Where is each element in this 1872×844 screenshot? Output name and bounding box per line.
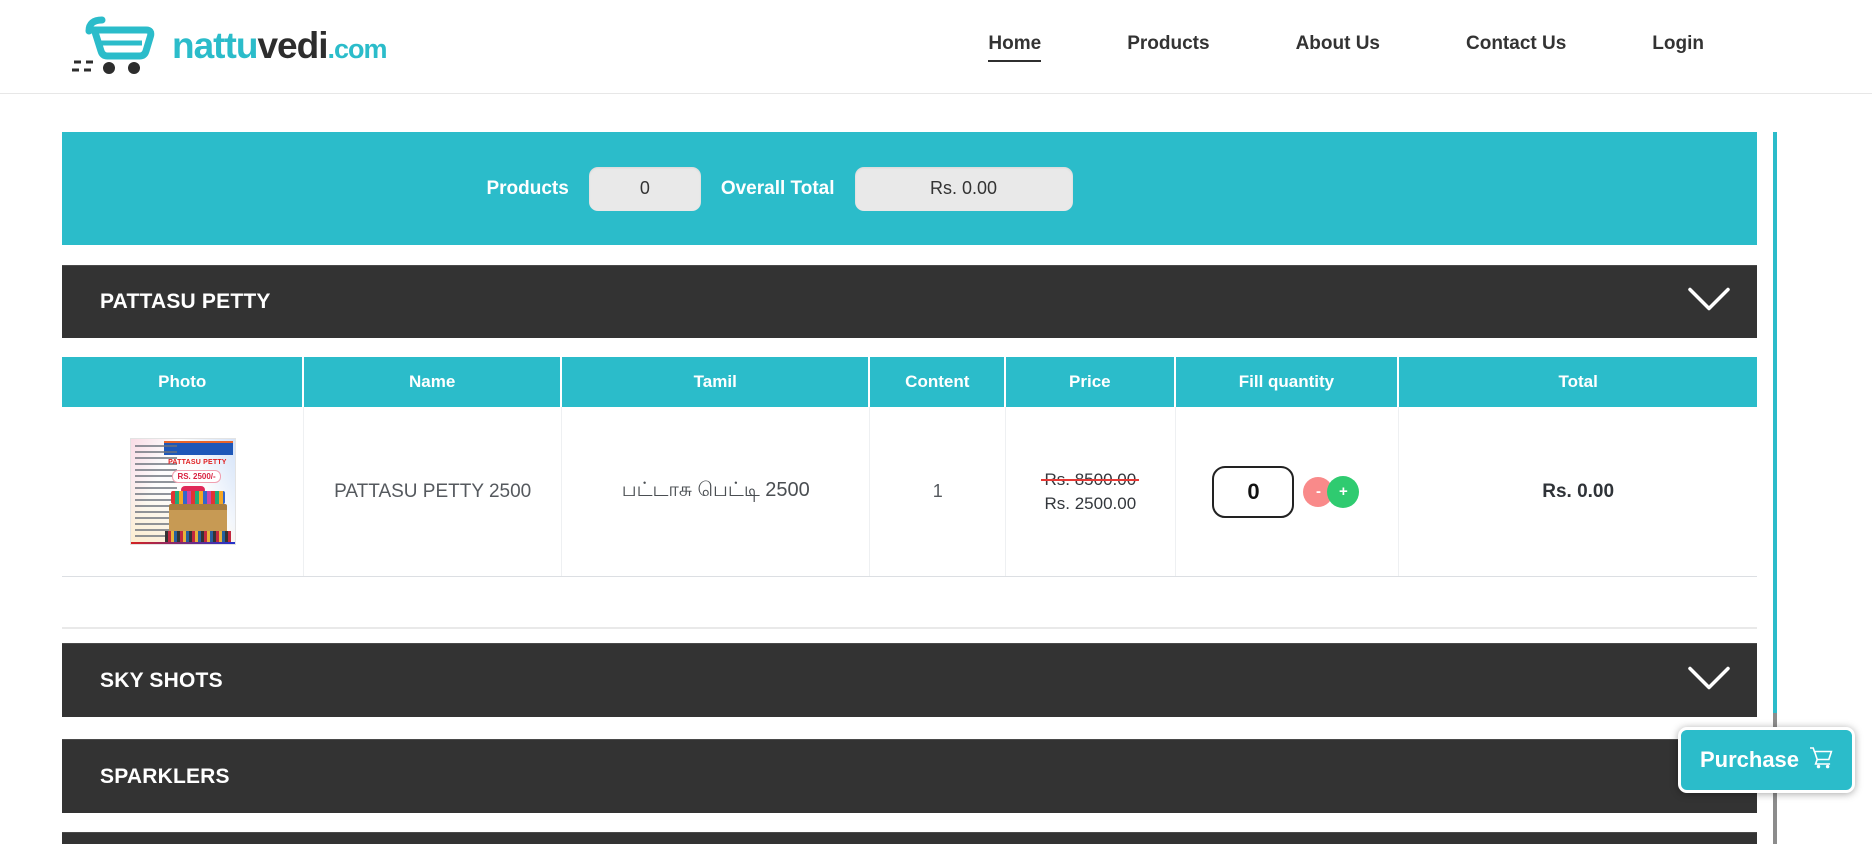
product-photo[interactable]: PATTASU PETTY RS. 2500/-	[130, 438, 236, 545]
products-count-value: 0	[589, 167, 701, 211]
nav-item-login[interactable]: Login	[1652, 33, 1704, 62]
overall-total-label: Overall Total	[721, 178, 835, 200]
column-header-tamil: Tamil	[562, 357, 870, 407]
quantity-increment-button[interactable]: +	[1327, 476, 1359, 508]
price-offer: Rs. 2500.00	[1044, 494, 1136, 514]
column-header-total: Total	[1399, 357, 1757, 407]
section-title: PATTASU PETTY	[62, 290, 271, 314]
scrollbar-thumb[interactable]	[1773, 132, 1777, 713]
photo-price-text: RS. 2500/-	[172, 470, 220, 483]
chevron-down-icon[interactable]	[1687, 287, 1731, 318]
column-header-price: Price	[1006, 357, 1176, 407]
section-title: SKY SHOTS	[62, 669, 223, 693]
purchase-button-label: Purchase	[1700, 747, 1799, 773]
brand-logo[interactable]: nattuvedi.com	[72, 12, 387, 80]
product-row-total: Rs. 0.00	[1399, 407, 1757, 576]
photo-crackers	[171, 491, 225, 504]
table-header-row: Photo Name Tamil Content Price Fill quan…	[62, 357, 1757, 407]
nav-item-products[interactable]: Products	[1127, 33, 1209, 62]
nav-item-about-us[interactable]: About Us	[1296, 33, 1380, 62]
nav-item-contact-us[interactable]: Contact Us	[1466, 33, 1566, 62]
photo-bottles	[165, 531, 231, 542]
nav-item-home[interactable]: Home	[988, 33, 1041, 62]
photo-title-text: PATTASU PETTY	[163, 459, 232, 466]
cart-summary-banner: Products 0 Overall Total Rs. 0.00	[62, 132, 1757, 245]
product-table: Photo Name Tamil Content Price Fill quan…	[62, 357, 1757, 577]
purchase-button[interactable]: Purchase	[1678, 727, 1855, 793]
top-header: nattuvedi.com Home Products About Us Con…	[0, 0, 1872, 94]
section-divider	[62, 627, 1757, 629]
price-original: Rs. 8500.00	[1044, 470, 1136, 490]
chevron-down-icon[interactable]	[1687, 665, 1731, 696]
cart-icon	[1809, 746, 1833, 775]
section-bar-pattasu-petty[interactable]: PATTASU PETTY	[62, 265, 1757, 338]
fill-quantity-cell: - +	[1176, 407, 1400, 576]
section-bar-sparklers[interactable]: SPARKLERS	[62, 739, 1757, 813]
quantity-buttons: - +	[1303, 475, 1361, 509]
section-bar-partial[interactable]	[62, 832, 1757, 844]
section-title: SPARKLERS	[62, 765, 230, 789]
column-header-photo: Photo	[62, 357, 304, 407]
column-header-name: Name	[304, 357, 562, 407]
overall-total-value: Rs. 0.00	[855, 167, 1073, 211]
product-name: PATTASU PETTY 2500	[304, 407, 562, 576]
section-bar-sky-shots[interactable]: SKY SHOTS	[62, 643, 1757, 717]
column-header-fill-quantity: Fill quantity	[1176, 357, 1400, 407]
product-name-tamil: பட்டாசு பெட்டி 2500	[562, 407, 870, 576]
column-header-content: Content	[870, 357, 1006, 407]
table-row: PATTASU PETTY RS. 2500/- PATTASU PETTY 2…	[62, 407, 1757, 577]
brand-name: nattuvedi.com	[172, 25, 387, 67]
product-photo-cell: PATTASU PETTY RS. 2500/-	[62, 407, 304, 576]
product-content: 1	[870, 407, 1006, 576]
products-count-label: Products	[486, 178, 568, 200]
quantity-input[interactable]	[1212, 466, 1294, 518]
main-nav: Home Products About Us Contact Us Login	[988, 0, 1704, 94]
cart-logo-icon	[72, 13, 164, 80]
product-price-cell: Rs. 8500.00 Rs. 2500.00	[1006, 407, 1176, 576]
photo-baseline	[131, 542, 235, 544]
